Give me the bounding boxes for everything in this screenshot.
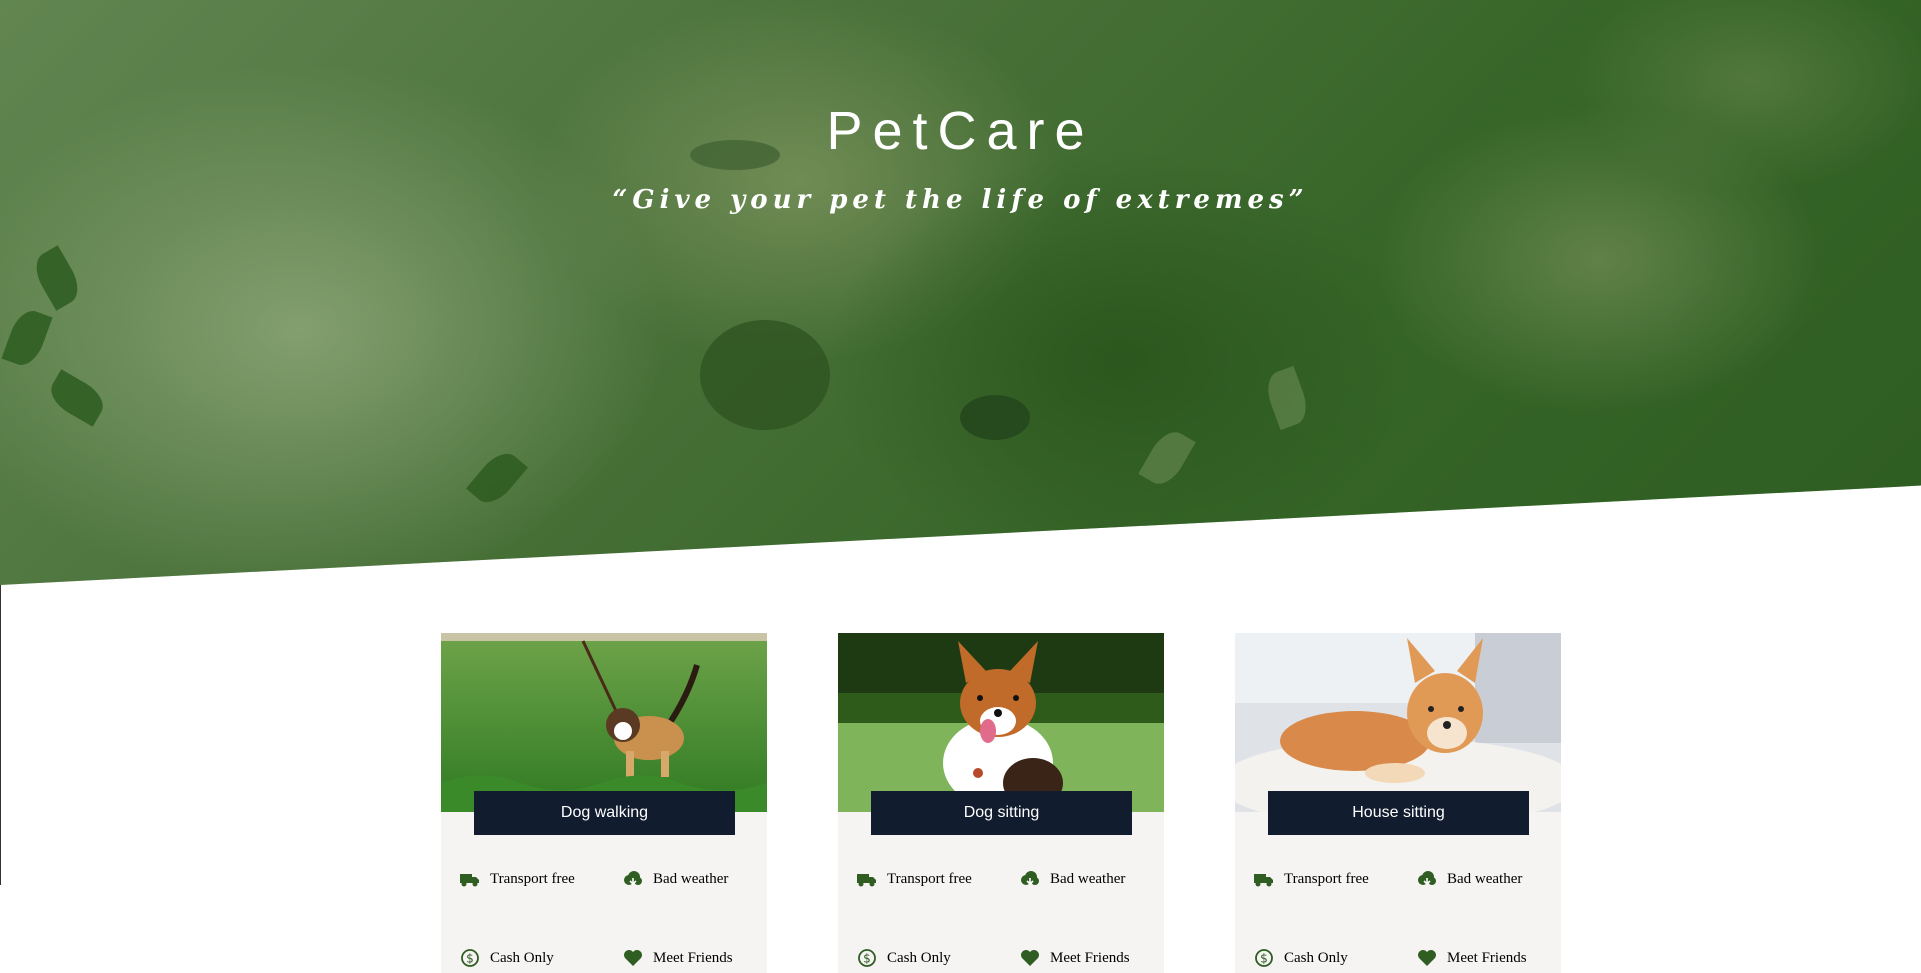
heart-icon xyxy=(1021,950,1039,966)
feature-payment: $ Cash Only xyxy=(1254,949,1348,967)
feature-text: Transport free xyxy=(887,870,972,887)
feature-text: Transport free xyxy=(1284,870,1369,887)
feature-weather: Bad weather xyxy=(1417,870,1522,888)
truck-icon xyxy=(1254,874,1273,887)
heart-icon xyxy=(624,950,642,966)
feature-text: Bad weather xyxy=(1050,870,1126,887)
cloud-icon xyxy=(624,871,642,886)
feature-text: Cash Only xyxy=(887,949,951,966)
svg-text:$: $ xyxy=(466,952,474,966)
cloud-icon xyxy=(1021,871,1039,886)
feature-transport: Transport free xyxy=(857,870,972,888)
site-tagline: “Give your pet the life of extremes” xyxy=(612,185,1309,215)
dog-walking-photo xyxy=(441,633,767,812)
feature-text: Bad weather xyxy=(653,870,729,887)
feature-text: Meet Friends xyxy=(1050,949,1130,966)
feature-text: Bad weather xyxy=(1447,870,1523,887)
feature-transport: Transport free xyxy=(460,870,575,888)
feature-text: Cash Only xyxy=(1284,949,1348,966)
service-label[interactable]: House sitting xyxy=(1268,791,1529,835)
dollar-icon: $ xyxy=(461,949,479,967)
site-title: PetCare xyxy=(826,101,1095,161)
cloud-icon xyxy=(1418,871,1436,886)
service-label[interactable]: Dog sitting xyxy=(871,791,1132,835)
dollar-icon: $ xyxy=(858,949,876,967)
feature-social: Meet Friends xyxy=(1020,949,1130,967)
feature-payment: $ Cash Only xyxy=(857,949,951,967)
service-card-dog-sitting[interactable]: Dog sitting Transport free Bad weather $… xyxy=(838,633,1164,973)
hero-green-overlay xyxy=(0,0,1921,585)
service-label[interactable]: Dog walking xyxy=(474,791,735,835)
hero-banner xyxy=(0,0,1921,585)
house-sitting-photo xyxy=(1235,633,1561,812)
page-edge-line xyxy=(0,585,1,885)
feature-social: Meet Friends xyxy=(1417,949,1527,967)
feature-text: Meet Friends xyxy=(653,949,733,966)
dog-sitting-photo xyxy=(838,633,1164,812)
svg-text:$: $ xyxy=(863,952,871,966)
feature-text: Meet Friends xyxy=(1447,949,1527,966)
svg-text:$: $ xyxy=(1260,952,1268,966)
dollar-icon: $ xyxy=(1255,949,1273,967)
truck-icon xyxy=(857,874,876,887)
feature-weather: Bad weather xyxy=(623,870,728,888)
truck-icon xyxy=(460,874,479,887)
feature-text: Cash Only xyxy=(490,949,554,966)
feature-social: Meet Friends xyxy=(623,949,733,967)
feature-payment: $ Cash Only xyxy=(460,949,554,967)
feature-weather: Bad weather xyxy=(1020,870,1125,888)
service-card-dog-walking[interactable]: Dog walking Transport free Bad weather $… xyxy=(441,633,767,973)
feature-text: Transport free xyxy=(490,870,575,887)
feature-transport: Transport free xyxy=(1254,870,1369,888)
heart-icon xyxy=(1418,950,1436,966)
service-card-house-sitting[interactable]: House sitting Transport free Bad weather… xyxy=(1235,633,1561,973)
